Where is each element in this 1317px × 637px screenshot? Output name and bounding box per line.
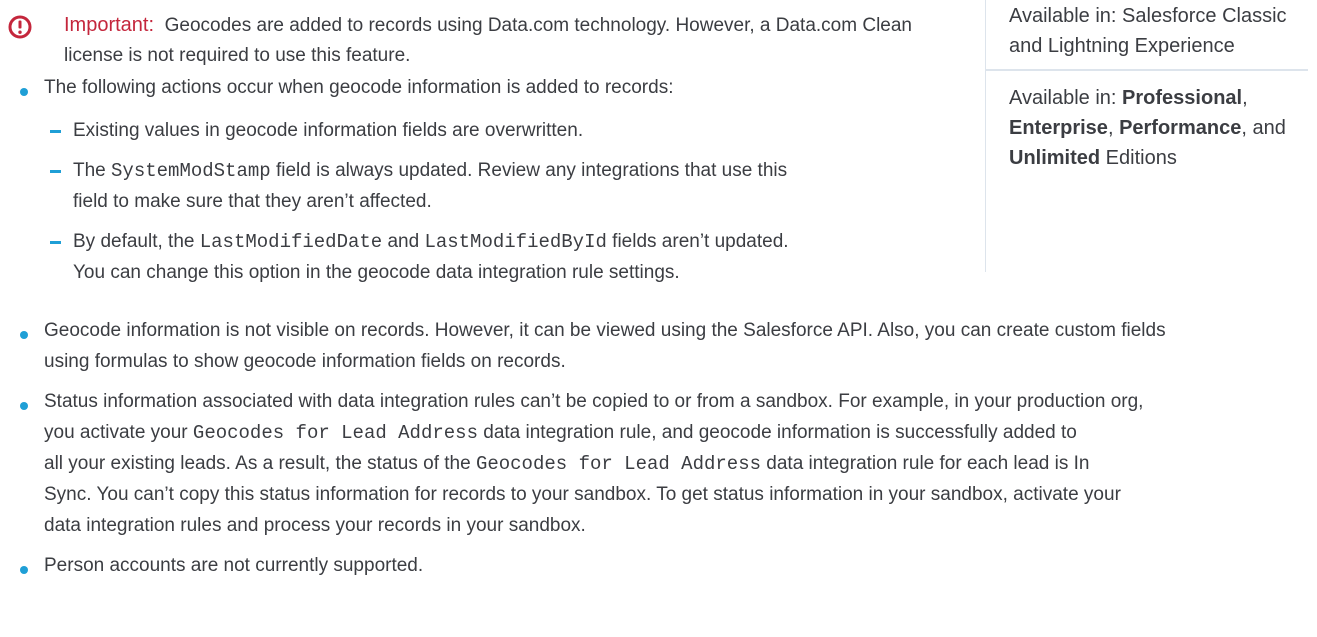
default-pre: By default, the [73,231,200,252]
list-item-status-line2: you activate your Geocodes for Lead Addr… [44,417,1077,449]
sub-item-default-line2: You can change this option in the geocod… [73,262,680,283]
dash-marker [50,241,61,244]
warning-icon [8,15,32,39]
bullet-dot [20,402,28,410]
status-line2-pre: you activate your [44,422,193,443]
edition-performance: Performance [1119,117,1242,139]
bullet-dot [20,331,28,339]
default-and: and [382,231,425,252]
list-item-actions-intro: The following actions occur when geocode… [44,77,674,98]
status-line3-post: data integration rule for each lead is I… [761,453,1090,474]
list-item-status-line5: data integration rules and process your … [44,515,586,536]
code-lastmodifiedbyid: LastModifiedById [424,231,607,253]
edition-unlimited: Unlimited [1009,147,1101,169]
availability-editions: Available in: Professional, Enterprise , … [986,71,1308,173]
important-note-body: Important: Geocodes are added to records… [64,10,968,71]
sysmod-post: field is always updated. Review any inte… [270,160,788,181]
important-text: Geocodes are added to records using Data… [64,15,913,66]
list-item-visibility-line1: Geocode information is not visible on re… [44,320,1166,341]
list-item-status-line1: Status information associated with data … [44,391,1144,412]
important-label: Important: [64,14,155,36]
code-geocodes-lead-address: Geocodes for Lead Address [475,453,761,475]
list-item-status-line4: Sync. You can’t copy this status informa… [44,484,1121,505]
bullet-dot [20,566,28,574]
status-line2-post: data integration rule, and geocode infor… [477,422,1077,443]
dash-marker [50,130,61,133]
editions-prefix: Available in: [1009,87,1123,109]
editions-suffix: Editions [1100,147,1177,169]
important-note: Important: Geocodes are added to records… [8,10,968,71]
sub-item-default: By default, the LastModifiedDate and Las… [73,226,789,258]
code-systemmodstamp: SystemModStamp [111,160,271,182]
default-post: fields aren’t updated. [606,231,789,252]
edition-professional: Professional [1122,87,1243,109]
editions-sep: , [1242,87,1248,109]
list-item-visibility-line2: using formulas to show geocode informati… [44,351,566,372]
status-line3-pre: all your existing leads. As a result, th… [44,453,476,474]
sub-item-sysmod-line2: field to make sure that they aren’t affe… [73,191,432,212]
editions-sep: , and [1241,117,1286,139]
availability-sidebar: Available in: Salesforce Classic and Lig… [985,0,1308,272]
dash-marker [50,170,61,173]
list-item-person-accounts: Person accounts are not currently suppor… [44,555,424,576]
sub-item-sysmod: The SystemModStamp field is always updat… [73,155,787,187]
bullet-dot [20,88,28,96]
availability-ui: Available in: Salesforce Classic and Lig… [986,0,1308,71]
code-geocodes-lead-address: Geocodes for Lead Address [192,422,478,444]
sysmod-pre: The [73,160,112,181]
sub-item-overwrite: Existing values in geocode information f… [73,120,584,141]
edition-enterprise: Enterprise [1009,117,1108,139]
editions-sep: , [1107,117,1120,139]
list-item-status-line3: all your existing leads. As a result, th… [44,448,1089,480]
code-lastmodifieddate: LastModifiedDate [199,231,383,253]
